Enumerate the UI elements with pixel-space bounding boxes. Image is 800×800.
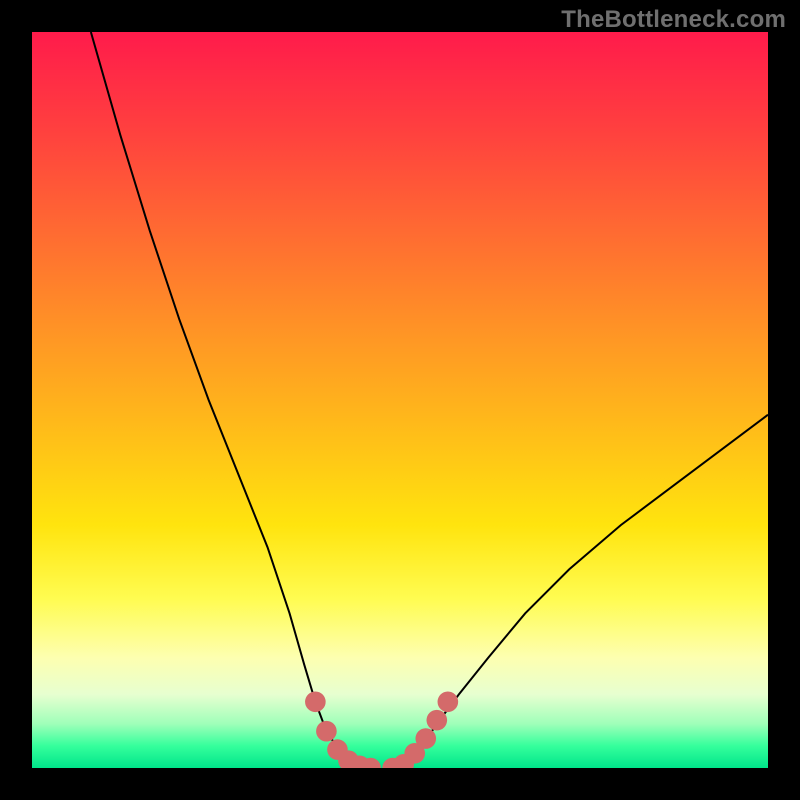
- sweet-spot-dots: [305, 691, 458, 768]
- sweet-spot-dots-right-point: [426, 710, 447, 731]
- plot-area: [32, 32, 768, 768]
- bottleneck-curves: [91, 32, 768, 768]
- sweet-spot-dots-left-point: [316, 721, 337, 742]
- sweet-spot-dots-left-point: [305, 691, 326, 712]
- sweet-spot-dots-right-point: [415, 728, 436, 749]
- watermark-text: TheBottleneck.com: [561, 6, 786, 34]
- chart-frame: TheBottleneck.com: [0, 0, 800, 800]
- left-curve: [91, 32, 371, 768]
- curve-layer: [32, 32, 768, 768]
- sweet-spot-dots-right-point: [438, 691, 459, 712]
- right-curve: [393, 415, 768, 768]
